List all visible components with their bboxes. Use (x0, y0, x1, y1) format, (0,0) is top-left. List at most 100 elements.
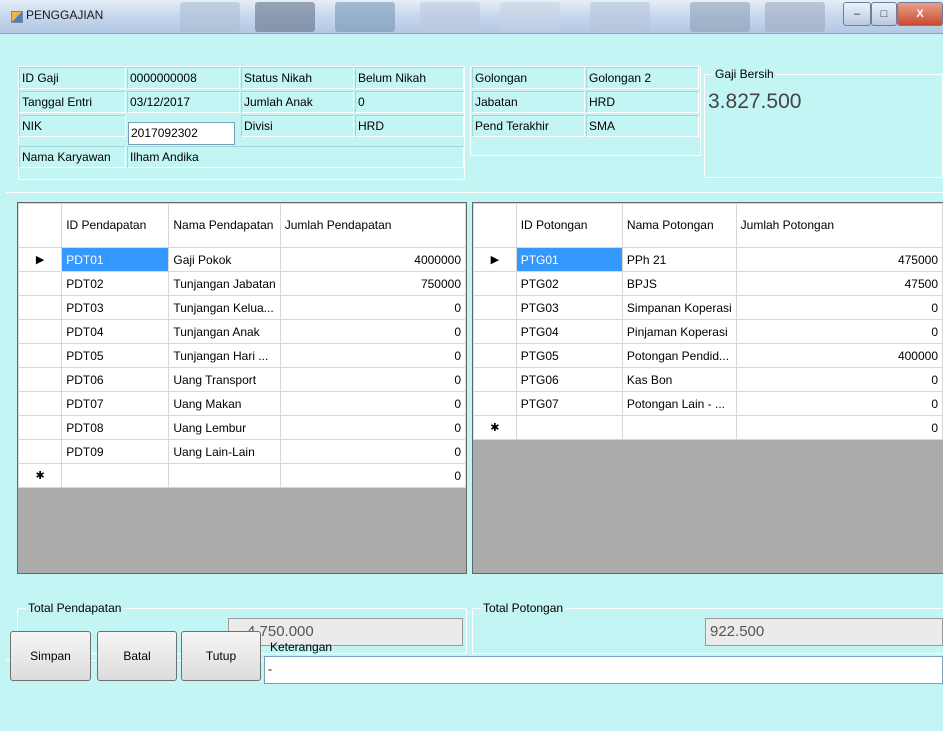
pendapatan-id-cell[interactable]: PDT07 (61, 391, 170, 416)
pendapatan-jumlah-cell[interactable]: 0 (279, 295, 466, 320)
table-row[interactable]: PTG03 Simpanan Koperasi 0 (473, 295, 943, 320)
potongan-id-cell[interactable]: PTG07 (515, 391, 623, 416)
pendapatan-jumlah-cell[interactable]: 0 (279, 367, 466, 392)
row-header[interactable] (18, 343, 63, 368)
current-row-indicator[interactable]: ▶ (18, 247, 63, 272)
tutup-button[interactable]: Tutup (181, 631, 261, 681)
table-row[interactable]: PTG06 Kas Bon 0 (473, 367, 943, 392)
table-row[interactable]: PDT06 Uang Transport 0 (18, 367, 466, 392)
pendapatan-jumlah-cell[interactable]: 750000 (279, 271, 466, 296)
pendapatan-new-id-cell[interactable] (61, 463, 170, 488)
potongan-nama-cell[interactable]: Potongan Pendid... (621, 343, 737, 368)
table-row[interactable]: PDT04 Tunjangan Anak 0 (18, 319, 466, 344)
table-row[interactable]: PTG04 Pinjaman Koperasi 0 (473, 319, 943, 344)
pendapatan-jumlah-cell[interactable]: 4000000 (279, 247, 466, 272)
potongan-nama-cell[interactable]: Kas Bon (621, 367, 737, 392)
pendapatan-jumlah-cell[interactable]: 0 (279, 343, 466, 368)
row-header[interactable] (473, 391, 517, 416)
minimize-button[interactable]: – (843, 2, 871, 26)
potongan-new-jumlah-cell[interactable]: 0 (735, 415, 943, 440)
pendapatan-nama-cell[interactable]: Tunjangan Kelua... (168, 295, 281, 320)
new-row[interactable]: ✱ 0 (473, 415, 943, 440)
row-header[interactable] (473, 271, 517, 296)
potongan-nama-cell[interactable]: BPJS (621, 271, 737, 296)
row-header[interactable] (18, 271, 63, 296)
potongan-nama-cell[interactable]: PPh 21 (621, 247, 737, 272)
row-header[interactable] (18, 439, 63, 464)
table-row[interactable]: ▶ PTG01 PPh 21 475000 (473, 247, 943, 272)
row-header[interactable] (18, 391, 63, 416)
pendapatan-nama-cell[interactable]: Gaji Pokok (168, 247, 281, 272)
current-row-indicator[interactable]: ▶ (473, 247, 517, 272)
pendapatan-id-cell[interactable]: PDT02 (61, 271, 170, 296)
row-header[interactable] (473, 343, 517, 368)
batal-button[interactable]: Batal (97, 631, 177, 681)
column-header-jumlah-pendapatan[interactable]: Jumlah Pendapatan (279, 203, 466, 248)
pendapatan-nama-cell[interactable]: Uang Lembur (168, 415, 281, 440)
potongan-jumlah-cell[interactable]: 0 (735, 391, 943, 416)
close-button[interactable]: X (897, 2, 943, 26)
row-header[interactable] (473, 319, 517, 344)
pendapatan-id-cell[interactable]: PDT09 (61, 439, 170, 464)
potongan-new-id-cell[interactable] (515, 415, 623, 440)
potongan-id-cell[interactable]: PTG03 (515, 295, 623, 320)
potongan-jumlah-cell[interactable]: 0 (735, 319, 943, 344)
potongan-id-cell[interactable]: PTG05 (515, 343, 623, 368)
table-row[interactable]: PDT09 Uang Lain-Lain 0 (18, 439, 466, 464)
table-row[interactable]: PDT03 Tunjangan Kelua... 0 (18, 295, 466, 320)
new-row-indicator[interactable]: ✱ (473, 415, 517, 440)
potongan-id-cell[interactable]: PTG01 (515, 247, 623, 272)
row-header[interactable] (18, 319, 63, 344)
column-header-jumlah-potongan[interactable]: Jumlah Potongan (735, 203, 943, 248)
table-row[interactable]: PTG07 Potongan Lain - ... 0 (473, 391, 943, 416)
table-row[interactable]: PDT05 Tunjangan Hari ... 0 (18, 343, 466, 368)
table-row[interactable]: PTG02 BPJS 47500 (473, 271, 943, 296)
table-row[interactable]: PDT07 Uang Makan 0 (18, 391, 466, 416)
pendapatan-jumlah-cell[interactable]: 0 (279, 391, 466, 416)
potongan-jumlah-cell[interactable]: 400000 (735, 343, 943, 368)
row-header[interactable] (18, 367, 63, 392)
keterangan-input[interactable]: - (264, 656, 943, 684)
pendapatan-jumlah-cell[interactable]: 0 (279, 319, 466, 344)
column-header-id-potongan[interactable]: ID Potongan (515, 203, 623, 248)
maximize-button[interactable]: □ (871, 2, 897, 26)
pendapatan-id-cell[interactable]: PDT01 (61, 247, 170, 272)
row-header[interactable] (18, 415, 63, 440)
potongan-jumlah-cell[interactable]: 47500 (735, 271, 943, 296)
potongan-jumlah-cell[interactable]: 0 (735, 295, 943, 320)
pendapatan-nama-cell[interactable]: Tunjangan Anak (168, 319, 281, 344)
pendapatan-id-cell[interactable]: PDT05 (61, 343, 170, 368)
new-row[interactable]: ✱ 0 (18, 463, 466, 488)
pendapatan-id-cell[interactable]: PDT03 (61, 295, 170, 320)
potongan-id-cell[interactable]: PTG02 (515, 271, 623, 296)
row-header[interactable] (18, 295, 63, 320)
potongan-new-nama-cell[interactable] (621, 415, 737, 440)
pendapatan-new-jumlah-cell[interactable]: 0 (279, 463, 466, 488)
row-header[interactable] (473, 367, 517, 392)
potongan-jumlah-cell[interactable]: 0 (735, 367, 943, 392)
pendapatan-nama-cell[interactable]: Tunjangan Hari ... (168, 343, 281, 368)
table-row[interactable]: PDT08 Uang Lembur 0 (18, 415, 466, 440)
column-header-nama-potongan[interactable]: Nama Potongan (621, 203, 737, 248)
column-header-nama-pendapatan[interactable]: Nama Pendapatan (168, 203, 281, 248)
potongan-nama-cell[interactable]: Simpanan Koperasi (621, 295, 737, 320)
simpan-button[interactable]: Simpan (10, 631, 91, 681)
table-row[interactable]: PTG05 Potongan Pendid... 400000 (473, 343, 943, 368)
pendapatan-grid[interactable]: ID Pendapatan Nama Pendapatan Jumlah Pen… (17, 202, 467, 574)
potongan-id-cell[interactable]: PTG04 (515, 319, 623, 344)
pendapatan-id-cell[interactable]: PDT08 (61, 415, 170, 440)
pendapatan-nama-cell[interactable]: Uang Lain-Lain (168, 439, 281, 464)
pendapatan-nama-cell[interactable]: Uang Transport (168, 367, 281, 392)
table-row[interactable]: PDT02 Tunjangan Jabatan 750000 (18, 271, 466, 296)
table-row[interactable]: ▶ PDT01 Gaji Pokok 4000000 (18, 247, 466, 272)
pendapatan-id-cell[interactable]: PDT06 (61, 367, 170, 392)
new-row-indicator[interactable]: ✱ (18, 463, 63, 488)
pendapatan-new-nama-cell[interactable] (168, 463, 281, 488)
potongan-nama-cell[interactable]: Pinjaman Koperasi (621, 319, 737, 344)
pendapatan-nama-cell[interactable]: Uang Makan (168, 391, 281, 416)
pendapatan-id-cell[interactable]: PDT04 (61, 319, 170, 344)
nik-input[interactable]: 2017092302 (128, 122, 235, 145)
row-header[interactable] (473, 295, 517, 320)
potongan-id-cell[interactable]: PTG06 (515, 367, 623, 392)
potongan-jumlah-cell[interactable]: 475000 (735, 247, 943, 272)
